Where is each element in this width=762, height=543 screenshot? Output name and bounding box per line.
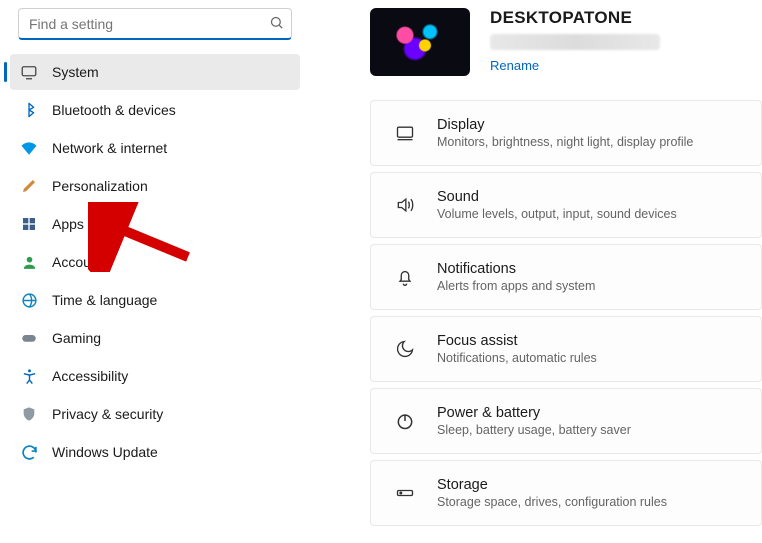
system-icon	[20, 63, 38, 81]
card-title: Storage	[437, 477, 667, 493]
nav-accounts[interactable]: Accounts	[10, 244, 300, 280]
nav-system[interactable]: System	[10, 54, 300, 90]
nav-label: Windows Update	[52, 444, 158, 460]
card-title: Focus assist	[437, 333, 597, 349]
nav-personalization[interactable]: Personalization	[10, 168, 300, 204]
settings-sidebar: System Bluetooth & devices Network & int…	[0, 0, 310, 543]
device-info: DESKTOPATONE Rename	[490, 8, 660, 73]
system-header: DESKTOPATONE Rename	[310, 8, 762, 100]
display-icon	[395, 122, 415, 144]
gamepad-icon	[20, 329, 38, 347]
storage-icon	[395, 482, 415, 504]
card-sub: Sleep, battery usage, battery saver	[437, 423, 631, 437]
card-sub: Alerts from apps and system	[437, 279, 595, 293]
nav-accessibility[interactable]: Accessibility	[10, 358, 300, 394]
device-name: DESKTOPATONE	[490, 8, 660, 28]
rename-link[interactable]: Rename	[490, 58, 539, 73]
card-sub: Storage space, drives, configuration rul…	[437, 495, 667, 509]
card-focus-assist[interactable]: Focus assist Notifications, automatic ru…	[370, 316, 762, 382]
card-display[interactable]: Display Monitors, brightness, night ligh…	[370, 100, 762, 166]
card-sub: Volume levels, output, input, sound devi…	[437, 207, 677, 221]
search-icon	[269, 15, 284, 33]
clock-globe-icon	[20, 291, 38, 309]
nav-privacy[interactable]: Privacy & security	[10, 396, 300, 432]
settings-cards: Display Monitors, brightness, night ligh…	[310, 100, 762, 526]
nav-label: Time & language	[52, 292, 157, 308]
card-title: Display	[437, 117, 693, 133]
power-icon	[395, 411, 415, 431]
nav-bluetooth[interactable]: Bluetooth & devices	[10, 92, 300, 128]
nav-label: Gaming	[52, 330, 101, 346]
card-title: Notifications	[437, 261, 595, 277]
nav-label: Apps	[52, 216, 84, 232]
apps-icon	[20, 215, 38, 233]
nav-label: Bluetooth & devices	[52, 102, 176, 118]
card-title: Sound	[437, 189, 677, 205]
desktop-wallpaper-preview	[370, 8, 470, 76]
person-icon	[20, 253, 38, 271]
shield-icon	[20, 405, 38, 423]
search-input[interactable]	[18, 8, 292, 40]
nav-network[interactable]: Network & internet	[10, 130, 300, 166]
accessibility-icon	[20, 367, 38, 385]
bell-icon	[395, 267, 415, 287]
system-main: DESKTOPATONE Rename Display Monitors, br…	[310, 0, 762, 543]
moon-icon	[395, 339, 415, 359]
card-sound[interactable]: Sound Volume levels, output, input, soun…	[370, 172, 762, 238]
nav-label: Privacy & security	[52, 406, 163, 422]
search-box	[18, 8, 292, 40]
settings-nav: System Bluetooth & devices Network & int…	[10, 54, 300, 470]
bluetooth-icon	[20, 101, 38, 119]
nav-label: Personalization	[52, 178, 148, 194]
card-title: Power & battery	[437, 405, 631, 421]
card-sub: Monitors, brightness, night light, displ…	[437, 135, 693, 149]
nav-apps[interactable]: Apps	[10, 206, 300, 242]
nav-time-language[interactable]: Time & language	[10, 282, 300, 318]
card-power-battery[interactable]: Power & battery Sleep, battery usage, ba…	[370, 388, 762, 454]
wifi-icon	[20, 139, 38, 157]
card-notifications[interactable]: Notifications Alerts from apps and syste…	[370, 244, 762, 310]
sound-icon	[395, 194, 415, 216]
nav-label: System	[52, 64, 99, 80]
update-icon	[20, 443, 38, 461]
device-subtext-redacted	[490, 34, 660, 50]
nav-label: Network & internet	[52, 140, 167, 156]
nav-label: Accounts	[52, 254, 110, 270]
brush-icon	[20, 177, 38, 195]
card-storage[interactable]: Storage Storage space, drives, configura…	[370, 460, 762, 526]
nav-label: Accessibility	[52, 368, 128, 384]
nav-gaming[interactable]: Gaming	[10, 320, 300, 356]
nav-windows-update[interactable]: Windows Update	[10, 434, 300, 470]
card-sub: Notifications, automatic rules	[437, 351, 597, 365]
